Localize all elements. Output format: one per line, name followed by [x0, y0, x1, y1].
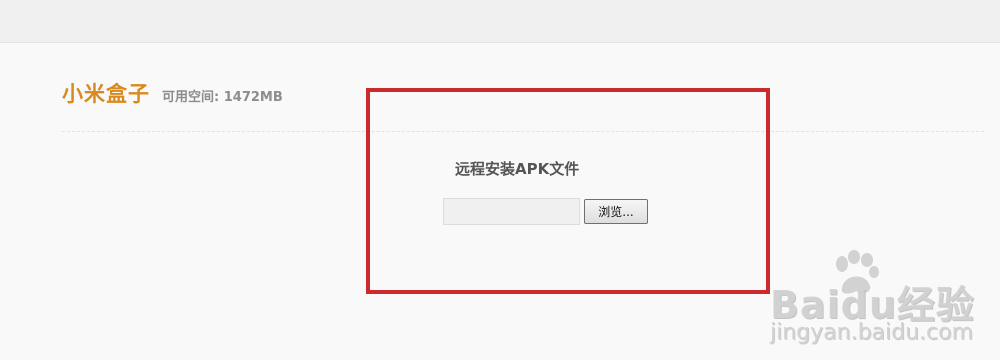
paw-icon [836, 250, 879, 294]
watermark-brand: Baidu经验 [770, 283, 975, 327]
storage-available-label: 可用空间: 1472MB [162, 90, 283, 105]
top-bar [0, 0, 1000, 43]
browse-button[interactable]: 浏览... [584, 199, 648, 224]
page-header: 小米盒子 可用空间: 1472MB [62, 78, 283, 108]
baidu-jingyan-watermark: Baidu经验 jingyan.baidu.com [770, 248, 995, 358]
apk-upload-panel: 远程安装APK文件 浏览... [443, 158, 755, 225]
file-picker: 浏览... [443, 198, 648, 225]
file-path-input[interactable] [443, 198, 580, 225]
device-name: 小米盒子 [62, 82, 150, 106]
header-divider [62, 131, 984, 132]
watermark-url: jingyan.baidu.com [770, 320, 974, 345]
highlight-annotation-box [366, 88, 770, 294]
upload-title: 远程安装APK文件 [455, 160, 580, 178]
